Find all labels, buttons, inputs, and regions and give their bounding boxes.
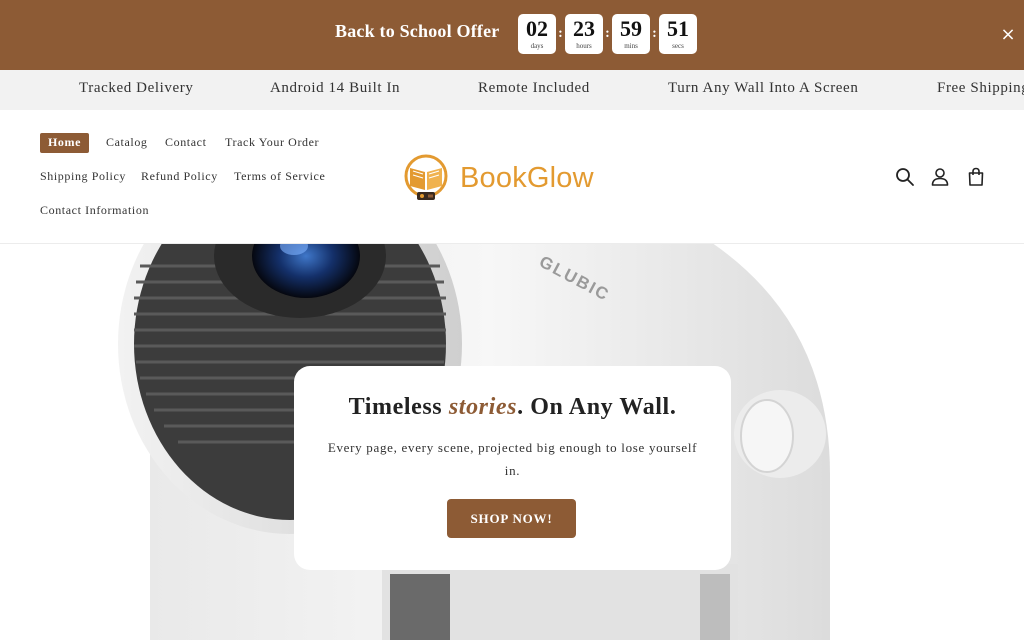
hero-card: Timeless stories. On Any Wall. Every pag… [294, 366, 731, 570]
nav-item-track-order[interactable]: Track Your Order [225, 135, 319, 150]
marquee-item: Remote Included [478, 80, 590, 96]
close-icon[interactable]: × [998, 25, 1018, 45]
shop-now-button[interactable]: SHOP NOW! [447, 499, 576, 538]
countdown-separator: : [558, 26, 563, 41]
countdown-days-value: 02 [526, 16, 548, 41]
promo-title: Back to School Offer [335, 21, 500, 41]
marquee-item: Tracked Delivery [79, 80, 194, 96]
countdown-separator: : [605, 26, 610, 41]
nav-item-contact-information[interactable]: Contact Information [40, 203, 149, 218]
countdown-mins-unit: mins [624, 42, 638, 50]
countdown-days: 02 days [518, 14, 556, 54]
marquee-item: Android 14 Built In [270, 80, 401, 96]
nav-item-home[interactable]: Home [40, 133, 90, 153]
site-header: Home Catalog Contact Track Your Order Sh… [0, 110, 1024, 244]
hero-subtitle: Every page, every scene, projected big e… [327, 440, 698, 478]
hero-banner: GLUBIC Timeless stories. On Any Wall. Ev… [0, 244, 1024, 640]
nav-item-contact[interactable]: Contact [165, 135, 207, 150]
nav-item-shipping-policy[interactable]: Shipping Policy [40, 169, 126, 184]
countdown-mins: 59 mins [612, 14, 650, 54]
brand-name: BookGlow [460, 161, 594, 194]
countdown-hours: 23 hours [565, 14, 603, 54]
marquee-item: Free Shipping [937, 80, 1024, 96]
countdown-secs-unit: secs [672, 42, 684, 50]
countdown-secs-value: 51 [667, 16, 689, 41]
nav-item-catalog[interactable]: Catalog [106, 135, 148, 150]
hero-title-start: Timeless [348, 394, 449, 420]
search-icon[interactable] [894, 166, 916, 188]
announcement-marquee: Tracked Delivery Android 14 Built In Rem… [0, 70, 1024, 110]
brand-logo[interactable]: BookGlow [398, 150, 622, 206]
cart-icon[interactable] [965, 166, 987, 188]
nav-item-refund-policy[interactable]: Refund Policy [141, 169, 218, 184]
hero-title: Timeless stories. On Any Wall. [294, 394, 731, 421]
promo-bar: Back to School Offer 02 days : 23 hours … [0, 0, 1024, 70]
hero-title-end: . On Any Wall. [517, 394, 677, 420]
countdown-hours-value: 23 [573, 16, 595, 41]
book-projector-icon [404, 154, 448, 200]
countdown-hours-unit: hours [576, 42, 592, 50]
account-icon[interactable] [929, 166, 951, 188]
marquee-item: Turn Any Wall Into A Screen [668, 80, 859, 96]
nav-item-terms-of-service[interactable]: Terms of Service [234, 169, 325, 184]
countdown-secs: 51 secs [659, 14, 697, 54]
hero-title-emphasis: stories [448, 394, 518, 420]
countdown-mins-value: 59 [620, 16, 642, 41]
countdown-timer: 02 days : 23 hours : 59 mins : 51 secs [518, 14, 697, 54]
countdown-separator: : [652, 26, 657, 41]
countdown-days-unit: days [530, 42, 544, 50]
